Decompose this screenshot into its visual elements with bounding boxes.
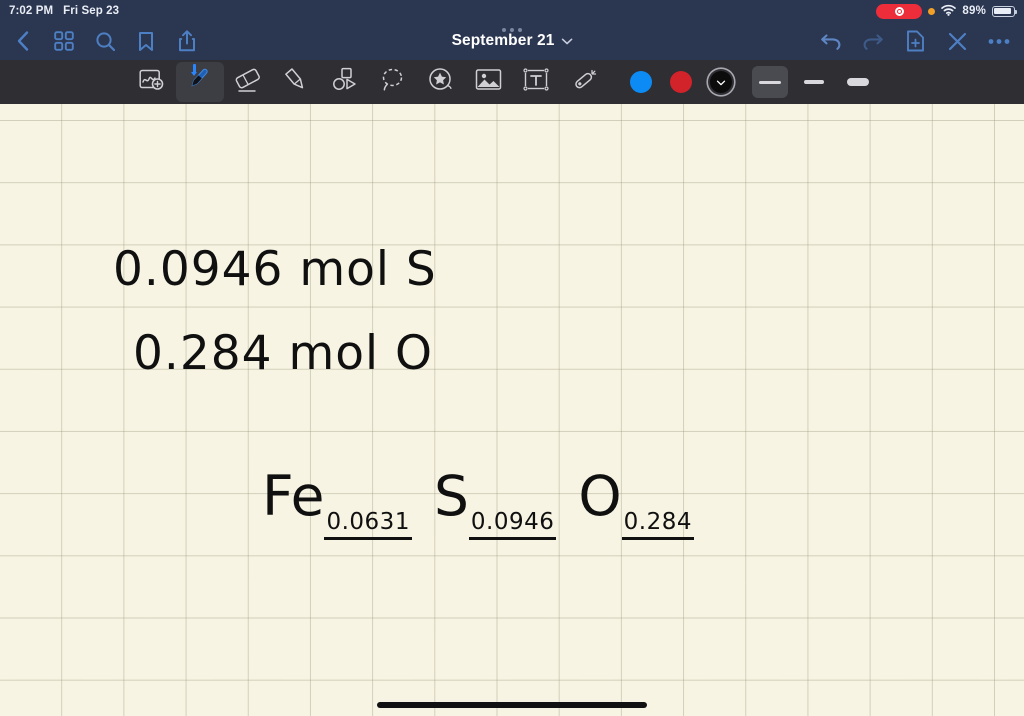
zoom-write-tool[interactable] [128,62,176,102]
document-plus-icon [906,30,925,52]
formula-subscript-1: 0.0631 [324,509,412,540]
stroke-width-thin[interactable] [752,66,788,98]
share-icon [178,30,196,52]
chevron-down-icon [561,32,573,50]
undo-arrow-icon [820,31,842,51]
search-icon [95,31,116,52]
status-bar-right: 89% [876,3,1024,19]
undo-button[interactable] [818,28,844,54]
pen-icon [185,65,215,100]
image-tool[interactable] [464,62,512,102]
color-swatch-black[interactable] [710,71,732,93]
redo-arrow-icon [862,31,884,51]
formula-subscript-3: 0.284 [621,509,695,540]
battery-icon [992,5,1018,17]
record-indicator-icon[interactable] [876,3,923,19]
formula-subscript-2: 0.0946 [468,509,557,540]
bookmark-icon [138,31,154,52]
status-bar: 7:02 PM Fri Sep 23 89% [0,0,1024,22]
stroke-medium-bar-icon [804,80,824,84]
note-title-button[interactable]: September 21 [452,22,573,60]
handwritten-line-2: 0.284 mol O [133,326,434,381]
more-options-button[interactable] [986,28,1012,54]
image-icon [475,68,502,96]
status-date: Fri Sep 23 [63,5,120,17]
search-button[interactable] [92,28,118,54]
stroke-thin-bar-icon [759,80,781,84]
formula-element-2: S [433,464,469,528]
sticker-star-icon [427,67,454,97]
text-box-icon [523,68,549,96]
color-swatches-group [630,71,732,93]
wifi-icon [941,4,957,19]
eraser-tool[interactable] [224,62,272,102]
status-bar-left: 7:02 PM Fri Sep 23 [0,5,119,17]
navigation-right-group [818,28,1024,54]
stroke-width-thick[interactable] [840,66,876,98]
microphone-in-use-dot-icon [928,7,936,15]
home-indicator-bar[interactable] [377,702,647,708]
toolbar-tools-group [0,60,876,104]
stroke-width-medium[interactable] [796,66,832,98]
magic-wand-icon [570,67,598,98]
status-time: 7:02 PM [9,5,54,17]
zoom-write-icon [139,68,165,97]
grid-icon [54,31,74,51]
page-title: September 21 [451,32,555,49]
sticker-tool[interactable] [416,62,464,102]
navigation-left-group [0,28,200,54]
lasso-icon [379,67,405,98]
bookmark-button[interactable] [133,28,159,54]
page-thumbnails-button[interactable] [51,28,77,54]
color-swatch-red[interactable] [670,71,692,93]
magic-wand-tool[interactable] [560,62,608,102]
ipad-notes-app: 7:02 PM Fri Sep 23 89% September 21 0.09… [0,0,1024,716]
highlighter-tool[interactable] [272,62,320,102]
close-x-icon [948,32,967,51]
stroke-width-group [752,66,876,98]
formula-element-1: Fe [262,464,325,528]
handwritten-line-1: 0.0946 mol S [113,242,437,297]
highlighter-icon [282,66,310,99]
stroke-thick-bar-icon [847,78,869,86]
text-tool[interactable] [512,62,560,102]
note-canvas[interactable]: 0.0946 mol S 0.284 mol O Fe0.0631 S0.0946… [0,104,1024,716]
redo-button[interactable] [860,28,886,54]
shapes-tool[interactable] [320,62,368,102]
back-button[interactable] [10,28,36,54]
add-page-button[interactable] [902,28,928,54]
chevron-down-icon [716,73,726,91]
battery-percent-label: 89% [962,5,986,17]
formula-element-3: O [578,464,622,528]
handwritten-empirical-formula: Fe0.0631 S0.0946 O0.284 [262,464,695,540]
color-swatch-blue[interactable] [630,71,652,93]
share-button[interactable] [174,28,200,54]
ellipsis-icon [988,38,1010,45]
drawing-toolbar [0,60,1024,104]
lasso-tool[interactable] [368,62,416,102]
pen-active-indicator-icon [191,64,197,76]
shapes-icon [331,67,358,97]
eraser-icon [233,66,263,99]
close-button[interactable] [944,28,970,54]
chevron-left-icon [16,30,30,52]
pen-tool[interactable] [176,62,224,102]
